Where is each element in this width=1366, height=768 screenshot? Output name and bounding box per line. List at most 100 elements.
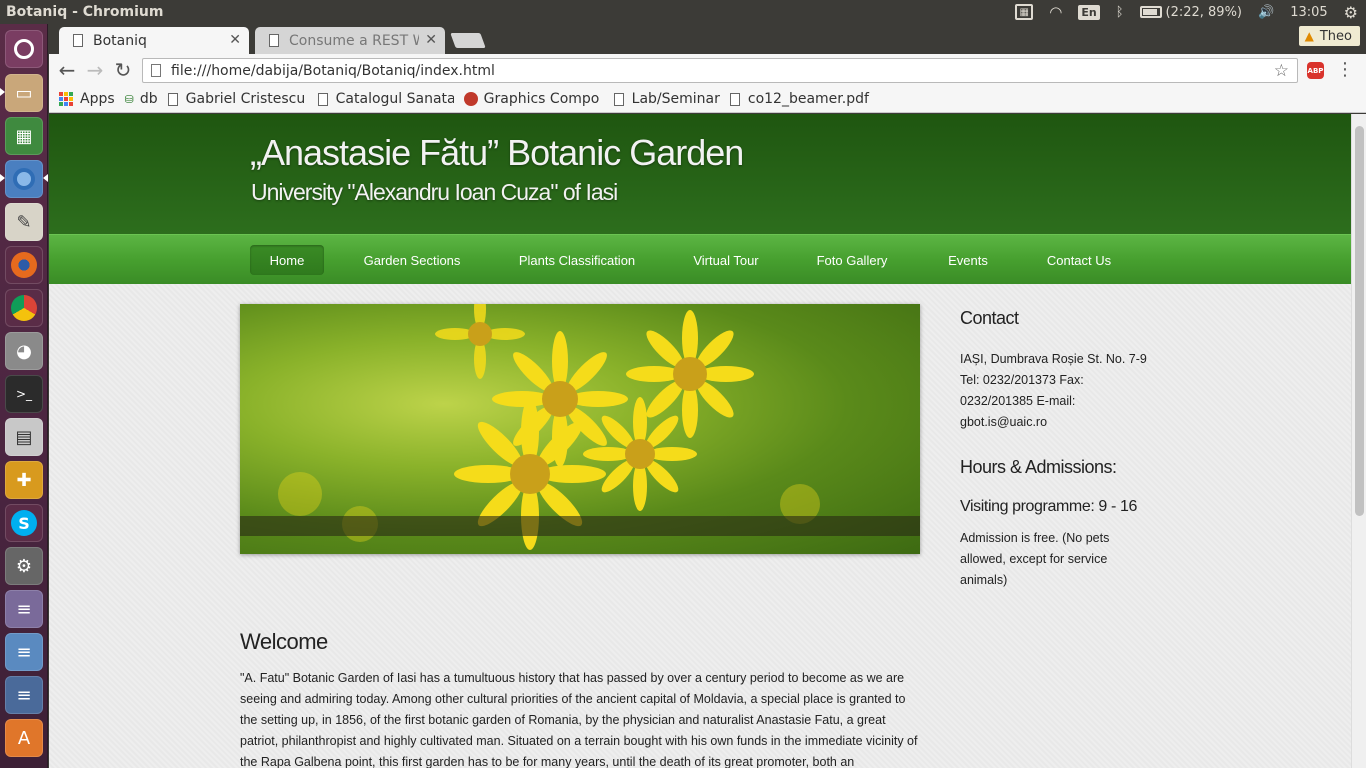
site-header: „Anastasie Fătu” Botanic Garden Universi…	[49, 114, 1351, 234]
gear-icon: ⚙	[1343, 2, 1358, 22]
profile-button[interactable]: ▲ Theo	[1298, 26, 1360, 46]
nav-garden-sections[interactable]: Garden Sections	[354, 245, 470, 275]
battery-icon	[1139, 6, 1162, 18]
scrollbar-thumb[interactable]	[1355, 126, 1364, 516]
bookmarks-bar: Apps ⛁ db Gabriel Cristescu Catalogul Sa…	[49, 86, 1366, 113]
running-indicator	[0, 88, 5, 96]
terminal-icon: >_	[15, 387, 33, 401]
launcher-app-button-3[interactable]: ≡	[5, 676, 43, 714]
new-tab-button[interactable]	[450, 33, 486, 48]
app-stack-icon: ≡	[16, 641, 32, 663]
skype-icon: S	[11, 510, 37, 536]
bookmark-star-icon[interactable]: ☆	[1274, 61, 1289, 81]
bookmark-co12[interactable]: co12_beamer.pdf	[729, 91, 870, 107]
forward-button[interactable]: →	[83, 58, 107, 82]
wifi-indicator[interactable]: ◠	[1041, 0, 1070, 24]
firefox-icon	[11, 252, 37, 278]
keyboard-indicator[interactable]: ▦	[1007, 0, 1041, 24]
bluetooth-icon: ᛒ	[1115, 4, 1124, 20]
site-subtitle: University "Alexandru Ioan Cuza" of Iasi	[251, 179, 618, 205]
launcher-settings-button[interactable]: ⚙	[5, 547, 43, 585]
page-icon	[73, 34, 83, 47]
launcher-skype-button[interactable]: S	[5, 504, 43, 542]
db-icon: ⛁	[124, 92, 134, 106]
launcher-app-button[interactable]: ≡	[5, 590, 43, 628]
visiting-programme: Visiting programme: 9 - 16	[960, 498, 1137, 515]
launcher-app-button-2[interactable]: ≡	[5, 633, 43, 671]
page-icon	[167, 92, 178, 106]
launcher-chrome-button[interactable]	[5, 289, 43, 327]
browser-toolbar: ← → ↻ file:///home/dabija/Botaniq/Botani…	[49, 54, 1366, 86]
tc-icon	[463, 92, 478, 106]
bookmark-apps[interactable]: Apps	[59, 91, 115, 107]
launcher-editor-button[interactable]: ✎	[5, 203, 43, 241]
menu-button[interactable]: ⋮	[1336, 59, 1354, 80]
nav-plants-classification[interactable]: Plants Classification	[509, 245, 645, 275]
app-stack-icon: ≡	[16, 598, 32, 620]
bookmark-lab[interactable]: Lab/Seminar	[613, 91, 720, 107]
bluetooth-indicator[interactable]: ᛒ	[1108, 0, 1132, 24]
keyboard-icon: ▦	[1015, 4, 1034, 20]
wifi-icon: ◠	[1049, 3, 1063, 21]
window-title: Botaniq - Chromium	[6, 4, 164, 20]
battery-indicator[interactable]: (2:22, 89%)	[1132, 0, 1251, 24]
site-title: „Anastasie Fătu” Botanic Garden	[250, 132, 744, 173]
session-indicator[interactable]: ⚙	[1336, 0, 1366, 24]
nav-virtual-tour[interactable]: Virtual Tour	[684, 245, 768, 275]
nav-foto-gallery[interactable]: Foto Gallery	[809, 245, 895, 275]
back-arrow-icon: ←	[58, 58, 76, 82]
ubuntu-logo-icon	[14, 39, 34, 59]
tab-botaniq[interactable]: Botaniq ✕	[59, 27, 249, 54]
hero-flower-image	[240, 304, 920, 554]
launcher-firefox-button[interactable]	[5, 246, 43, 284]
launcher-terminal-button[interactable]: >_	[5, 375, 43, 413]
calculator-icon: ▤	[15, 426, 33, 448]
nav-home[interactable]: Home	[250, 245, 324, 275]
top-panel: Botaniq - Chromium ▦ ◠ En ᛒ (2:22, 89%) …	[0, 0, 1366, 24]
close-tab-icon[interactable]: ✕	[229, 32, 241, 48]
text-editor-icon: ✎	[16, 211, 32, 233]
bookmark-label: Apps	[80, 91, 115, 107]
launcher-files-button[interactable]: ▭	[5, 74, 43, 112]
tab-strip: Botaniq ✕ Consume a REST W ✕ ▲ Theo	[49, 24, 1366, 54]
gimp-icon: ◕	[16, 340, 32, 362]
settings-gear-icon: ⚙	[15, 555, 33, 577]
battery-text: (2:22, 89%)	[1165, 4, 1243, 20]
reload-icon: ↻	[114, 58, 132, 82]
bookmark-catalogul[interactable]: Catalogul Sanata	[317, 91, 454, 107]
hours-heading: Hours & Admissions:	[960, 457, 1117, 477]
launcher-calc-button[interactable]: ▦	[5, 117, 43, 155]
tab-consume-rest[interactable]: Consume a REST W ✕	[255, 27, 445, 54]
page-scrollbar[interactable]	[1351, 114, 1366, 768]
file-icon	[151, 64, 161, 77]
welcome-heading: Welcome	[240, 629, 328, 654]
running-indicator	[0, 174, 5, 182]
launcher-calculator-button[interactable]: ▤	[5, 418, 43, 456]
nav-events[interactable]: Events	[938, 245, 998, 275]
clock[interactable]: 13:05	[1282, 0, 1335, 24]
close-tab-icon[interactable]: ✕	[425, 32, 437, 48]
profile-name: Theo	[1319, 28, 1352, 44]
language-label: En	[1078, 4, 1100, 20]
url-text: file:///home/dabija/Botaniq/Botaniq/inde…	[171, 62, 495, 79]
launcher-puzzle-button[interactable]: ✚	[5, 461, 43, 499]
back-button[interactable]: ←	[55, 58, 79, 82]
bookmark-graphics[interactable]: Graphics Compo	[463, 91, 604, 107]
launcher-chromium-button[interactable]	[5, 160, 43, 198]
launcher-software-button[interactable]: A	[5, 719, 43, 757]
language-indicator[interactable]: En	[1070, 0, 1107, 24]
launcher-dash-button[interactable]	[5, 30, 43, 68]
bookmark-label: Lab/Seminar	[631, 91, 720, 107]
volume-indicator[interactable]: 🔊	[1250, 0, 1282, 24]
reload-button[interactable]: ↻	[111, 58, 135, 82]
bookmark-db[interactable]: ⛁ db	[125, 91, 158, 107]
launcher-gimp-button[interactable]: ◕	[5, 332, 43, 370]
site-nav: Home Garden Sections Plants Classificati…	[49, 234, 1351, 284]
bookmark-gabriel[interactable]: Gabriel Cristescu	[167, 91, 308, 107]
address-bar[interactable]: file:///home/dabija/Botaniq/Botaniq/inde…	[142, 58, 1298, 83]
adblock-button[interactable]: ABP	[1307, 62, 1324, 79]
nav-contact-us[interactable]: Contact Us	[1037, 245, 1121, 275]
software-center-icon: A	[17, 727, 31, 749]
contact-heading: Contact	[960, 308, 1019, 328]
slider-caption-bar	[240, 516, 920, 536]
